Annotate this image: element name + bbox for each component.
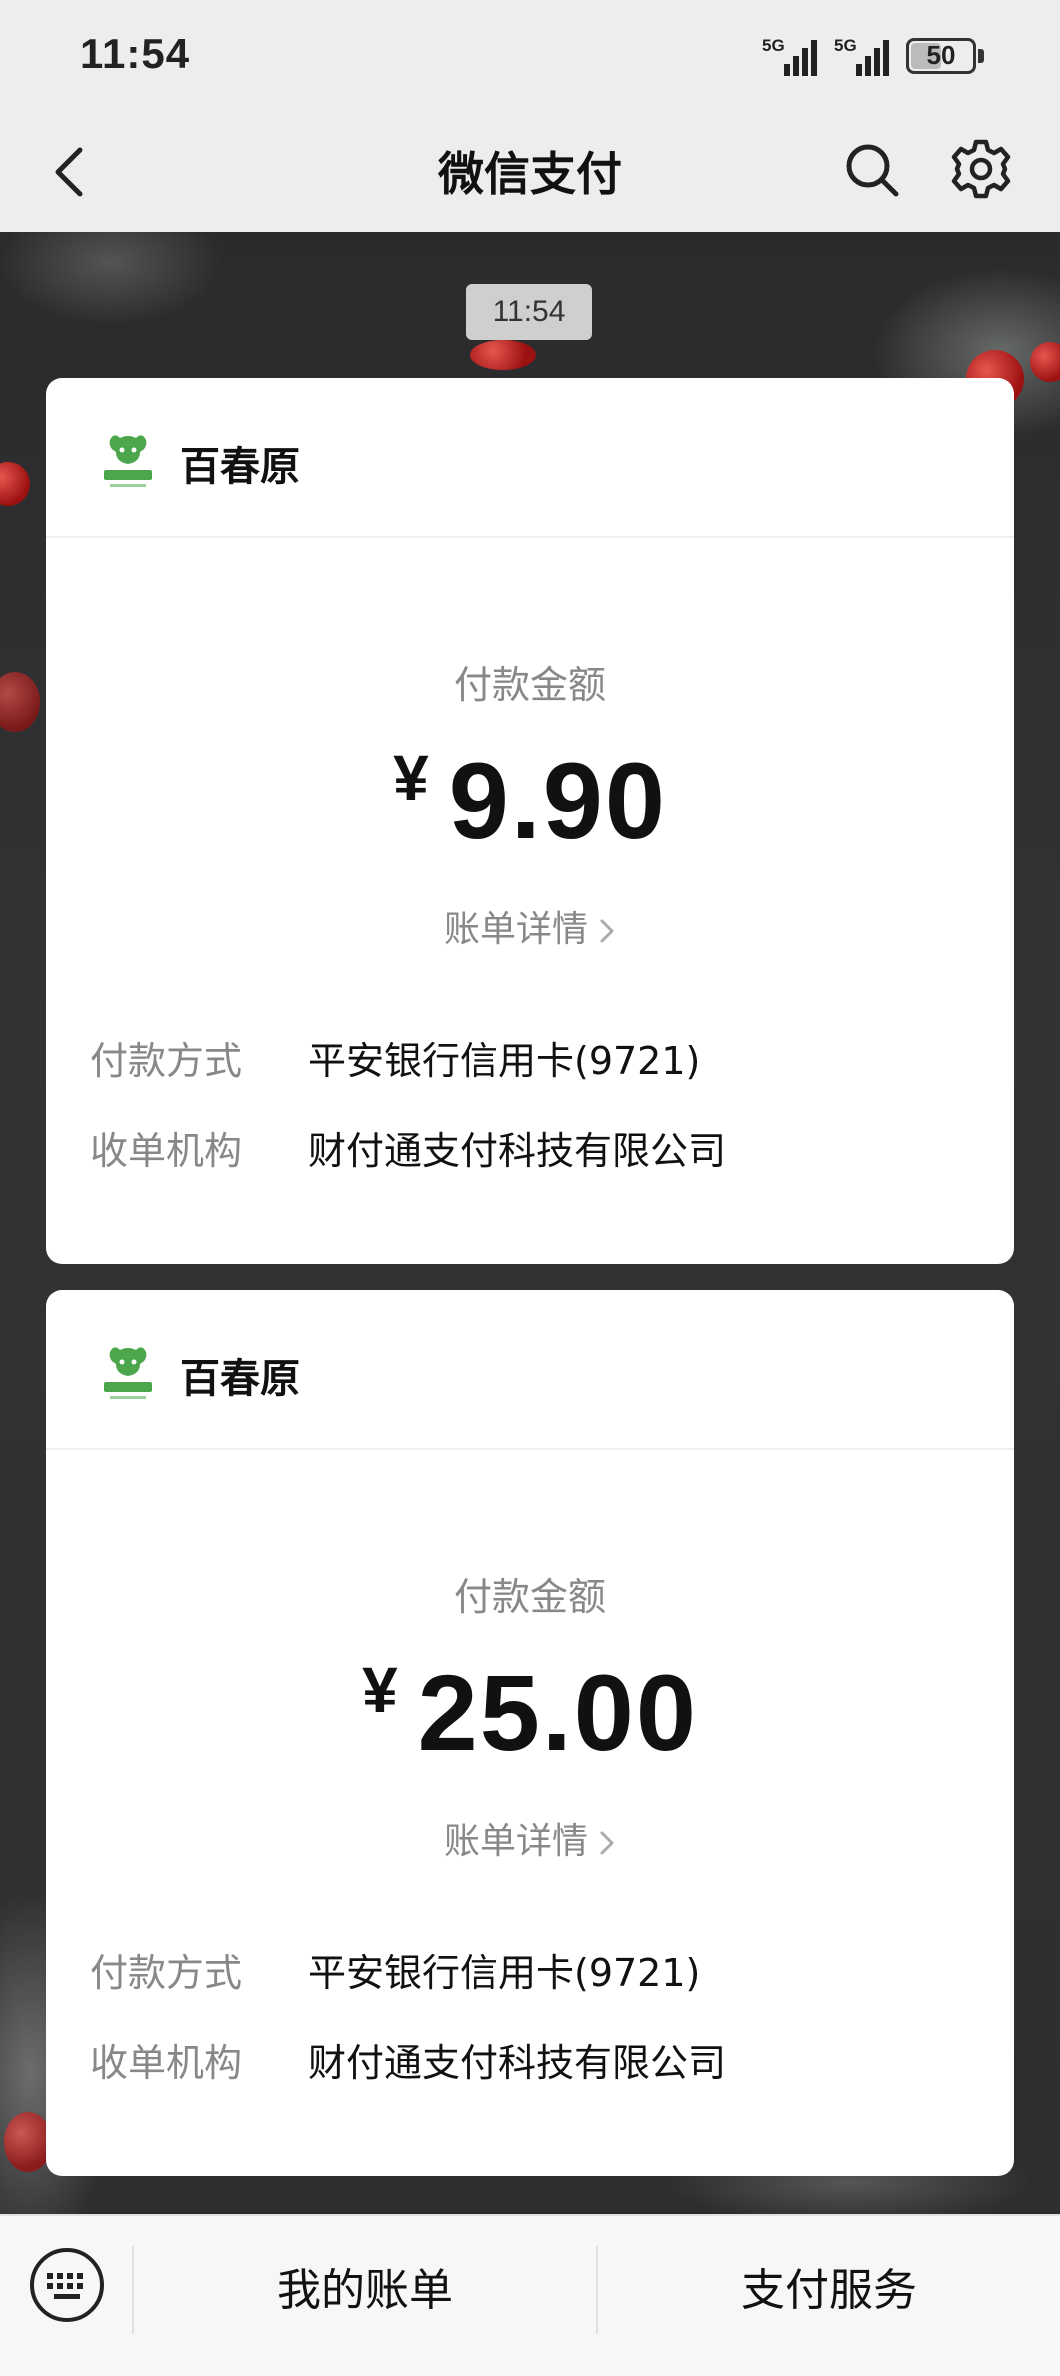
- signal-icon-sim2: 5G: [834, 36, 894, 76]
- bill-detail-label: 账单详情: [443, 1821, 588, 1862]
- chat-area[interactable]: 11:54 百春原 付款金额 ¥9.90 账单详情 付款方式平安银行信用卡(97…: [0, 232, 1060, 2214]
- background-decoration: [470, 340, 536, 370]
- currency-symbol: ¥: [393, 742, 429, 814]
- signal-icon-sim1: 5G: [762, 36, 822, 76]
- chevron-right-icon: [600, 1831, 614, 1855]
- battery-tip: [978, 49, 984, 63]
- bill-detail-link[interactable]: 账单详情: [46, 900, 1014, 952]
- bottom-bar: 我的账单 支付服务: [0, 2214, 1060, 2376]
- status-time: 11:54: [80, 30, 191, 77]
- amount-value: 25.00: [417, 1652, 698, 1773]
- amount-value: 9.90: [448, 740, 667, 861]
- gear-icon: [951, 139, 1011, 199]
- payment-amount: ¥9.90: [46, 738, 1014, 863]
- amount-label: 付款金额: [453, 1575, 606, 1619]
- nav-bar: 微信支付: [0, 112, 1060, 232]
- acquirer-row: 收单机构 财付通支付科技有限公司: [90, 1120, 726, 1175]
- merchant-logo-icon: [104, 1347, 152, 1399]
- my-bills-button[interactable]: 我的账单: [134, 2246, 596, 2336]
- merchant-name: 百春原: [180, 444, 300, 490]
- background-decoration: [0, 462, 30, 506]
- payment-method-label: 付款方式: [90, 1951, 243, 1995]
- background-decoration: [0, 672, 40, 732]
- payment-amount: ¥25.00: [46, 1650, 1014, 1775]
- message-timestamp: 11:54: [466, 284, 592, 340]
- payment-card[interactable]: 百春原 付款金额 ¥25.00 账单详情 付款方式 平安银行信用卡(9721) 收…: [46, 1290, 1014, 2176]
- signal-label-sim1: 5G: [762, 36, 785, 55]
- payment-card[interactable]: 百春原 付款金额 ¥9.90 账单详情 付款方式 平安银行信用卡(9721) 收单…: [46, 378, 1014, 1264]
- bill-detail-label: 账单详情: [443, 909, 588, 950]
- acquirer-value: 财付通支付科技有限公司: [308, 1129, 727, 1173]
- payment-method-row: 付款方式 平安银行信用卡(9721): [90, 1942, 700, 1997]
- background-decoration: [4, 2112, 52, 2172]
- keyboard-icon: [30, 2248, 104, 2322]
- search-button[interactable]: [840, 138, 904, 202]
- search-icon: [846, 144, 899, 197]
- payment-method-label: 付款方式: [90, 1039, 243, 1083]
- settings-button[interactable]: [948, 136, 1014, 202]
- keyboard-toggle-button[interactable]: [28, 2246, 106, 2324]
- battery-level: 50: [926, 40, 956, 70]
- status-bar: 11:54 5G 5G 50: [0, 0, 1060, 112]
- payment-method-row: 付款方式 平安银行信用卡(9721): [90, 1030, 700, 1085]
- card-header[interactable]: 百春原: [46, 378, 1014, 538]
- acquirer-value: 财付通支付科技有限公司: [308, 2041, 727, 2085]
- payment-method-value: 平安银行信用卡(9721): [308, 1951, 701, 1995]
- card-header[interactable]: 百春原: [46, 1290, 1014, 1450]
- background-decoration: [1030, 342, 1060, 382]
- acquirer-label: 收单机构: [90, 2041, 243, 2085]
- merchant-logo-icon: [104, 435, 152, 487]
- amount-label: 付款金额: [453, 663, 606, 707]
- signal-label-sim2: 5G: [834, 36, 857, 55]
- merchant-name: 百春原: [180, 1356, 300, 1402]
- bill-detail-link[interactable]: 账单详情: [46, 1812, 1014, 1864]
- chevron-right-icon: [600, 919, 614, 943]
- acquirer-label: 收单机构: [90, 1129, 243, 1173]
- payment-method-value: 平安银行信用卡(9721): [308, 1039, 701, 1083]
- battery-icon: 50: [906, 38, 976, 74]
- payment-services-button[interactable]: 支付服务: [598, 2246, 1060, 2336]
- acquirer-row: 收单机构 财付通支付科技有限公司: [90, 2032, 726, 2087]
- currency-symbol: ¥: [362, 1654, 398, 1726]
